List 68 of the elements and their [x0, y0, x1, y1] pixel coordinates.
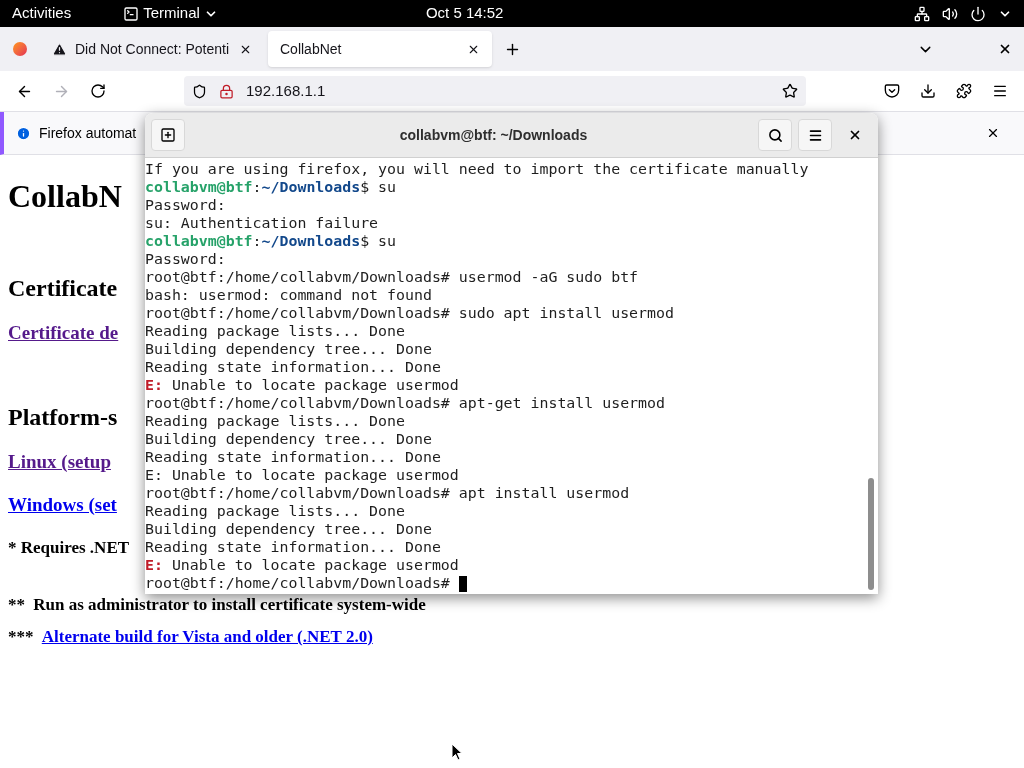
mouse-pointer-icon — [451, 743, 463, 761]
bookmark-icon[interactable] — [782, 83, 798, 99]
clock[interactable]: Oct 5 14:52 — [425, 2, 504, 25]
section-heading: Certificate — [8, 274, 118, 302]
footnote-mark: *** — [8, 626, 35, 648]
footnote-text: Run as administrator to install certificate system-wide — [33, 594, 426, 616]
terminal-line: root@btf:/home/collabvm/Downloads# apt-get install usermod — [145, 394, 666, 412]
terminal-line: collabvm@btf:~/Downloads$ su — [145, 178, 398, 196]
power-icon[interactable] — [970, 5, 986, 22]
terminal-line: Building dependency tree... Done — [145, 340, 433, 358]
menu-button[interactable] — [798, 119, 832, 151]
terminal-line: root@btf:/home/collabvm/Downloads# apt install usermod — [145, 484, 631, 502]
terminal-line: bash: usermod: command not found — [145, 286, 433, 304]
lock-icon[interactable] — [219, 83, 234, 99]
footnote-mark: ** — [8, 594, 26, 616]
search-icon — [767, 127, 783, 143]
close-window-icon[interactable] — [998, 42, 1012, 56]
terminal-line: root@btf:/home/collabvm/Downloads# usermod -aG sudo btf — [145, 268, 640, 286]
terminal-line: Password: — [145, 250, 227, 268]
new-tab-button[interactable] — [151, 119, 185, 151]
activities-button[interactable]: Activities — [12, 2, 72, 25]
volume-icon[interactable] — [942, 5, 958, 22]
menu-icon — [807, 127, 823, 143]
note-text: * Requires .NET — [8, 537, 130, 559]
section-heading: Platform-s — [8, 403, 118, 431]
firefox-logo-icon[interactable] — [13, 42, 27, 56]
terminal-line: root@btf:/home/collabvm/Downloads# sudo apt install usermod — [145, 304, 675, 322]
extensions-icon[interactable] — [956, 83, 972, 99]
terminal-line: E: Unable to locate package usermod — [145, 466, 460, 484]
shield-icon[interactable] — [192, 83, 207, 99]
download-link[interactable]: Windows (set — [8, 493, 117, 517]
terminal-icon — [123, 5, 140, 22]
browser-tab[interactable]: CollabNet — [268, 31, 492, 67]
browser-tab[interactable]: Did Not Connect: Potenti — [40, 31, 264, 67]
search-button[interactable] — [758, 119, 792, 151]
terminal-line: Reading package lists... Done — [145, 322, 406, 340]
terminal-line: Building dependency tree... Done — [145, 430, 433, 448]
address-bar[interactable]: 192.168.1.1 — [184, 76, 806, 106]
terminal-line: su: Authentication failure — [145, 214, 380, 232]
app-menu[interactable]: Terminal — [123, 2, 218, 25]
terminal-line: root@btf:/home/collabvm/Downloads# — [145, 574, 866, 592]
reload-icon[interactable] — [90, 83, 106, 99]
terminal-line: collabvm@btf:~/Downloads$ su — [145, 232, 398, 250]
network-icon[interactable] — [914, 5, 930, 22]
page-title: CollabN — [8, 177, 122, 216]
close-notification-icon[interactable] — [986, 126, 1000, 140]
terminal-line: Reading state information... Done — [145, 358, 442, 376]
new-tab-icon — [160, 127, 176, 143]
download-link[interactable]: Certificate de — [8, 321, 119, 345]
close-icon — [848, 128, 862, 142]
text-cursor — [458, 576, 467, 592]
terminal-line: E: Unable to locate package usermod — [145, 556, 460, 574]
terminal-line: Reading package lists... Done — [145, 502, 406, 520]
alternate-build-link[interactable]: Alternate build for Vista and older (.NET 2.0) — [41, 626, 373, 648]
pocket-icon[interactable] — [884, 83, 900, 99]
menu-icon[interactable] — [992, 83, 1008, 99]
info-icon — [16, 125, 31, 141]
terminal-line: If you are using firefox, you will need to import the certificate manually — [145, 160, 810, 178]
terminal-line: Reading state information... Done — [145, 448, 442, 466]
terminal-line: Reading package lists... Done — [145, 412, 406, 430]
window-title: collabvm@btf: ~/Downloads — [399, 125, 588, 145]
terminal-line: Building dependency tree... Done — [145, 520, 433, 538]
download-link[interactable]: Linux (setup — [8, 450, 111, 474]
download-icon[interactable] — [920, 83, 936, 99]
terminal-line: Reading state information... Done — [145, 538, 442, 556]
terminal-line: Password: — [145, 196, 227, 214]
terminal-line: E: Unable to locate package usermod — [145, 376, 460, 394]
notification-text: Firefox automat — [39, 123, 137, 143]
